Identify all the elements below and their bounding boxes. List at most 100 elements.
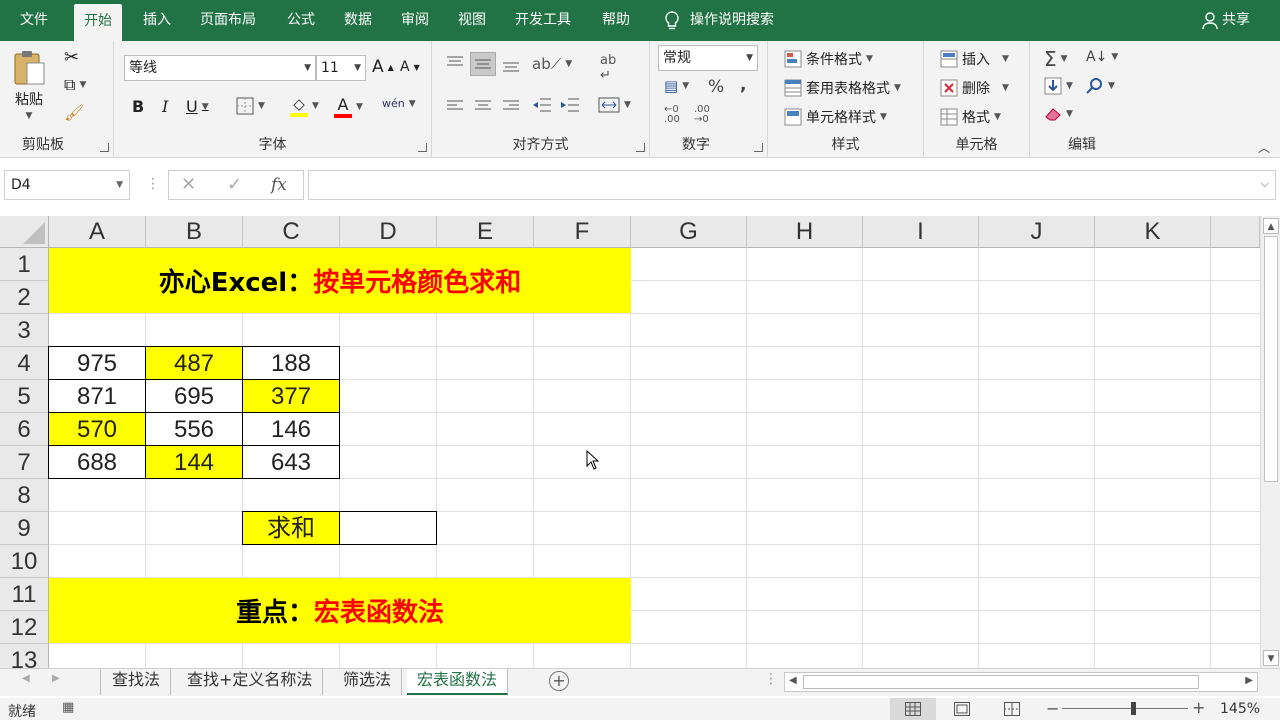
shrink-font-button[interactable]: A ▼ (400, 59, 420, 75)
sum-label-cell[interactable]: 求和 (242, 511, 340, 545)
name-box[interactable]: D4 ▼ (4, 170, 130, 200)
conditional-format-button[interactable]: 条件格式 ▼ (784, 49, 873, 69)
fill-color-button[interactable]: ◇ ▼ (290, 95, 319, 117)
column-header-i[interactable]: I (863, 216, 979, 248)
drag-handle-icon[interactable]: ⋮ (146, 176, 160, 192)
column-header-l[interactable] (1211, 216, 1260, 248)
share-button[interactable]: 共享 (1192, 0, 1260, 41)
copy-button[interactable]: ⧉ ▼ (64, 77, 86, 93)
tab-view[interactable]: 视图 (448, 0, 496, 41)
align-middle-button[interactable] (470, 52, 496, 76)
tab-file[interactable]: 文件 (10, 0, 58, 41)
font-launcher-icon[interactable] (418, 143, 427, 152)
row-header-7[interactable]: 7 (0, 446, 49, 479)
zoom-out-icon[interactable]: − (1046, 699, 1059, 718)
normal-view-button[interactable] (890, 698, 936, 720)
tab-scroll-left-icon[interactable]: ◀ (22, 673, 30, 684)
cell-c7[interactable]: 643 (242, 445, 340, 479)
row-header-11[interactable]: 11 (0, 578, 49, 611)
decrease-indent-button[interactable] (532, 97, 552, 113)
row-header-5[interactable]: 5 (0, 380, 49, 413)
column-header-g[interactable]: G (631, 216, 747, 248)
formula-input[interactable]: ⌵ (308, 170, 1276, 200)
row-header-8[interactable]: 8 (0, 479, 49, 512)
find-select-button[interactable]: ▼ (1086, 77, 1115, 95)
tab-scroll-right-icon[interactable]: ▶ (52, 673, 60, 684)
title-banner[interactable]: 亦心Excel： 按单元格颜色求和 (49, 248, 631, 313)
row-header-4[interactable]: 4 (0, 347, 49, 380)
sheet-tab-filter[interactable]: 筛选法 (333, 669, 403, 695)
column-header-d[interactable]: D (340, 216, 437, 248)
tab-data[interactable]: 数据 (334, 0, 382, 41)
cell-c4[interactable]: 188 (242, 346, 340, 380)
align-right-button[interactable] (502, 99, 520, 113)
column-header-f[interactable]: F (534, 216, 631, 248)
sheet-tab-macro[interactable]: 宏表函数法 (407, 669, 509, 695)
tab-review[interactable]: 审阅 (391, 0, 439, 41)
cell-b4[interactable]: 487 (145, 346, 243, 380)
underline-button[interactable]: U ▼ (186, 97, 209, 116)
macro-record-icon[interactable]: ▦ (62, 700, 74, 715)
format-cells-button[interactable]: 格式 ▼ (940, 107, 1001, 127)
wrap-text-button[interactable]: ab ↵ (600, 53, 616, 83)
decrease-decimal-button[interactable]: .00 →0 (694, 105, 710, 125)
number-launcher-icon[interactable] (754, 143, 763, 152)
row-header-9[interactable]: 9 (0, 512, 49, 545)
tab-help[interactable]: 帮助 (592, 0, 640, 41)
cell-a7[interactable]: 688 (48, 445, 146, 479)
column-header-k[interactable]: K (1095, 216, 1211, 248)
cell-c6[interactable]: 146 (242, 412, 340, 446)
cell-styles-button[interactable]: 单元格样式 ▼ (784, 107, 887, 127)
vertical-scroll-thumb[interactable] (1264, 236, 1278, 482)
cut-button[interactable]: ✂ (64, 49, 79, 67)
column-header-h[interactable]: H (747, 216, 863, 248)
row-header-3[interactable]: 3 (0, 314, 49, 347)
italic-button[interactable]: I (162, 97, 168, 116)
column-header-j[interactable]: J (979, 216, 1095, 248)
zoom-slider-track[interactable] (1062, 708, 1188, 709)
cell-b6[interactable]: 556 (145, 412, 243, 446)
page-layout-view-button[interactable] (954, 702, 970, 720)
font-color-button[interactable]: A ▼ (334, 95, 363, 118)
collapse-ribbon-button[interactable]: ︿ (1258, 139, 1270, 156)
split-handle-icon[interactable]: ⋮ (764, 671, 778, 687)
align-top-button[interactable] (446, 55, 464, 71)
clipboard-launcher-icon[interactable] (100, 143, 109, 152)
cell-a6[interactable]: 570 (48, 412, 146, 446)
insert-function-button[interactable]: fx (271, 175, 287, 195)
increase-decimal-button[interactable]: ←0.00 (664, 105, 680, 125)
check-icon[interactable]: ✓ (227, 174, 242, 195)
format-as-table-button[interactable]: 套用表格格式 ▼ (784, 78, 901, 98)
sort-filter-button[interactable]: A↓ ▼ (1086, 49, 1118, 65)
orientation-button[interactable]: ab⟋ ▼ (532, 55, 572, 73)
row-header-1[interactable]: 1 (0, 248, 49, 281)
row-header-6[interactable]: 6 (0, 413, 49, 446)
row-header-12[interactable]: 12 (0, 611, 49, 644)
column-header-a[interactable]: A (49, 216, 146, 248)
scroll-left-icon[interactable]: ◀ (789, 675, 797, 686)
zoom-level[interactable]: 145% (1220, 701, 1260, 717)
tab-page-layout[interactable]: 页面布局 (190, 0, 266, 41)
scroll-up-icon[interactable]: ▲ (1263, 218, 1279, 234)
tell-me-search[interactable]: 操作说明搜索 (654, 0, 784, 41)
column-header-c[interactable]: C (243, 216, 340, 248)
cancel-icon[interactable]: ✕ (181, 174, 196, 195)
select-all-corner[interactable] (0, 216, 49, 248)
format-painter-button[interactable]: 🖌 (64, 105, 84, 121)
number-format-select[interactable]: 常规 ▼ (658, 45, 758, 71)
bold-button[interactable]: B (132, 97, 144, 116)
autosum-button[interactable]: Σ ▼ (1044, 47, 1068, 71)
cell-a4[interactable]: 975 (48, 346, 146, 380)
horizontal-scrollbar[interactable]: ◀ ▶ (784, 672, 1258, 692)
paste-button[interactable]: 粘贴 ▼ (12, 49, 46, 121)
borders-button[interactable]: ▼ (236, 97, 265, 115)
grow-font-button[interactable]: A ▲ (372, 57, 394, 77)
delete-cells-button[interactable]: 删除 ▼ (940, 78, 1009, 98)
page-break-view-button[interactable] (1004, 702, 1020, 720)
sheet-tab-find-name[interactable]: 查找+定义名称法 (177, 669, 324, 695)
fill-button[interactable]: ▼ (1044, 77, 1073, 95)
sum-value-cell[interactable] (339, 511, 437, 545)
cell-c5[interactable]: 377 (242, 379, 340, 413)
expand-formula-icon[interactable]: ⌵ (1261, 177, 1269, 191)
currency-button[interactable]: ▤ ▼ (664, 77, 689, 95)
